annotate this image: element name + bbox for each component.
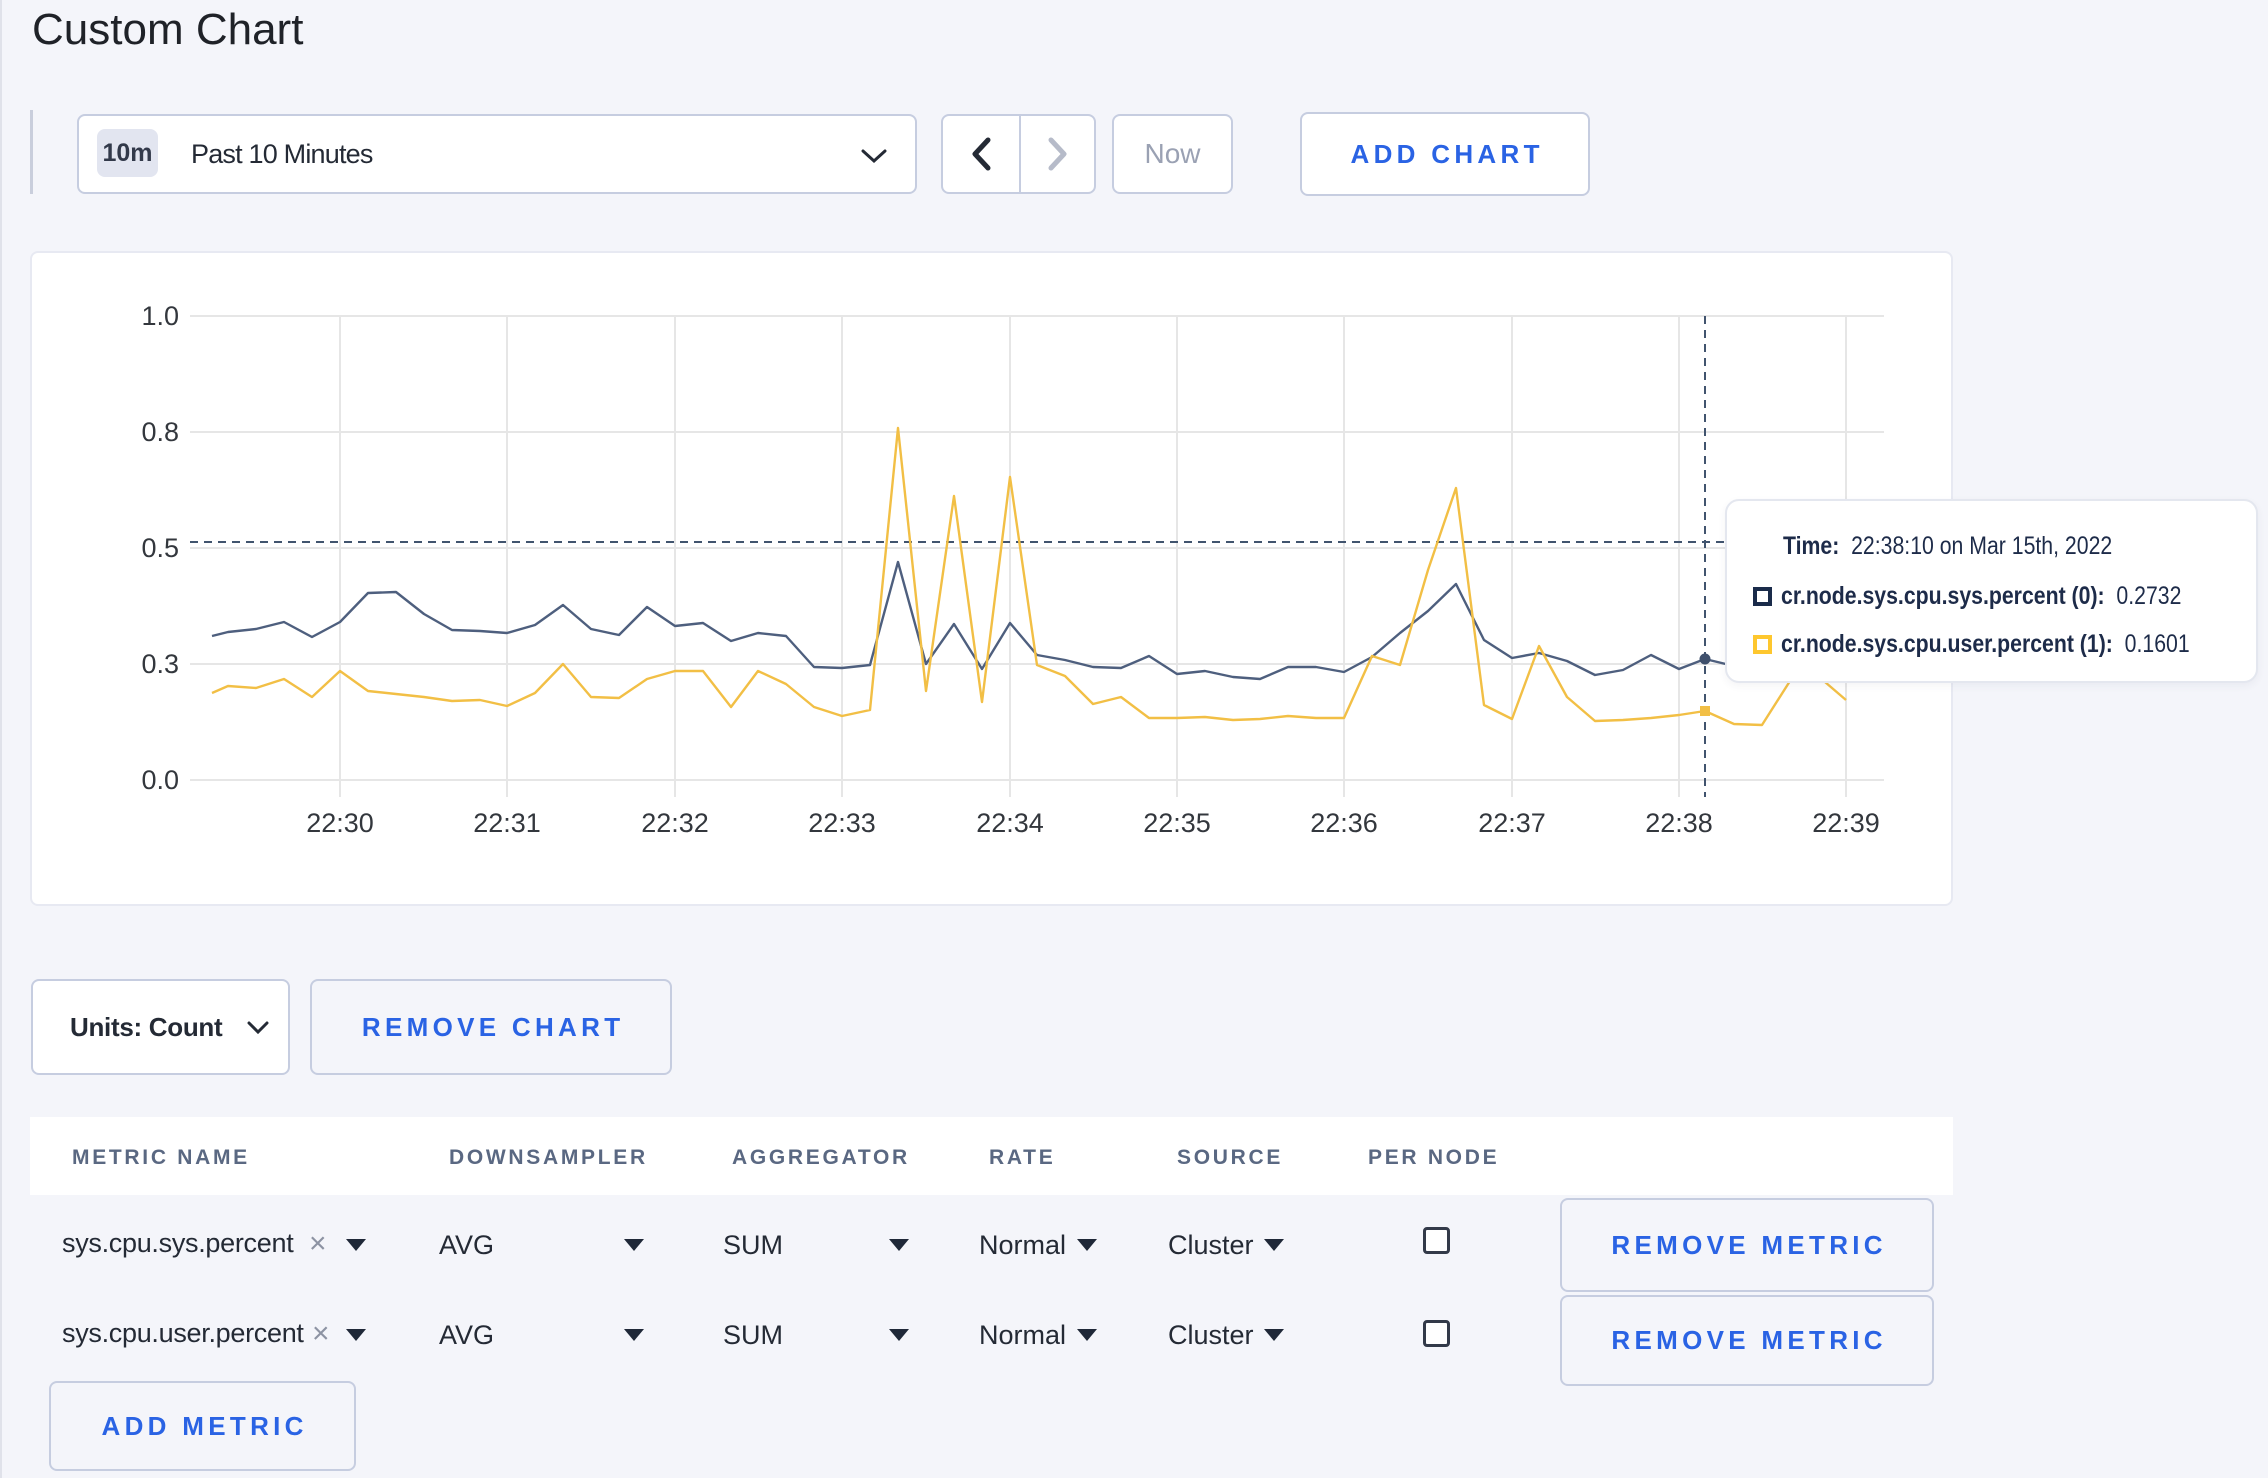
svg-text:22:32: 22:32 (641, 808, 709, 838)
svg-text:22:30: 22:30 (306, 808, 374, 838)
svg-text:22:35: 22:35 (1143, 808, 1211, 838)
svg-text:0.0: 0.0 (141, 765, 179, 795)
svg-text:22:31: 22:31 (473, 808, 541, 838)
svg-text:22:39: 22:39 (1812, 808, 1880, 838)
svg-text:0.5: 0.5 (141, 533, 179, 563)
svg-text:22:36: 22:36 (1310, 808, 1378, 838)
svg-text:22:34: 22:34 (976, 808, 1044, 838)
svg-text:22:37: 22:37 (1478, 808, 1546, 838)
svg-text:0.8: 0.8 (141, 417, 179, 447)
svg-text:22:33: 22:33 (808, 808, 876, 838)
svg-text:22:38: 22:38 (1645, 808, 1713, 838)
svg-text:1.0: 1.0 (141, 301, 179, 331)
svg-text:0.3: 0.3 (141, 649, 179, 679)
